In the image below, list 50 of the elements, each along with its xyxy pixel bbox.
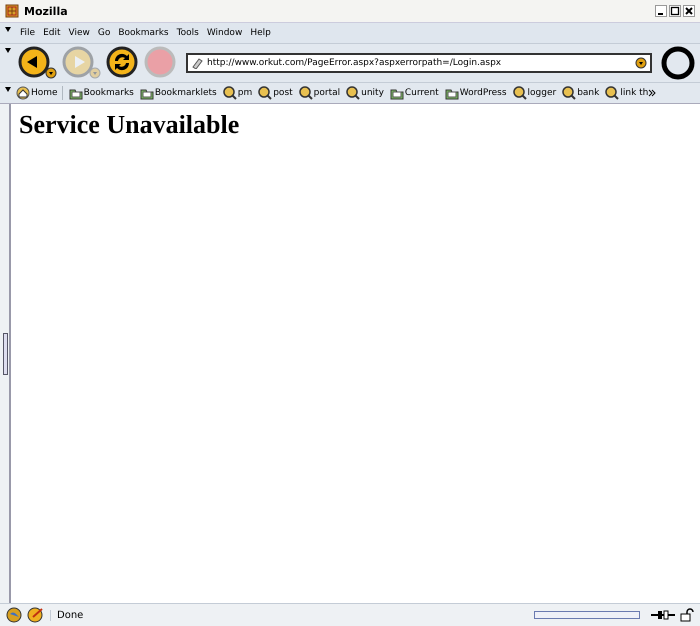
- collapse-grip-icon[interactable]: [4, 46, 12, 54]
- status-text: Done: [50, 610, 529, 620]
- magnifier-icon: [562, 86, 576, 100]
- reload-button[interactable]: [106, 46, 140, 80]
- bookmark-item[interactable]: bank: [562, 86, 600, 100]
- magnifier-icon: [512, 86, 527, 100]
- sidebar-handle[interactable]: [3, 332, 8, 374]
- bookmark-item[interactable]: link th: [605, 86, 648, 100]
- dropdown-icon[interactable]: [635, 57, 647, 69]
- padlock-icon: [680, 608, 694, 622]
- menu-item[interactable]: Window: [202, 28, 246, 38]
- magnifier-icon: [258, 86, 272, 100]
- globe-icon[interactable]: [6, 607, 22, 623]
- page-icon: [191, 57, 203, 69]
- collapse-grip-icon[interactable]: [4, 25, 12, 33]
- url-field[interactable]: http://www.orkut.com/PageError.aspx?aspxerrorpath=/Login.aspx: [186, 53, 652, 73]
- bookmark-item[interactable]: Bookmarklets: [140, 86, 217, 100]
- chevron-icon[interactable]: [648, 88, 656, 98]
- magnifier-icon: [298, 86, 313, 100]
- bookmark-item[interactable]: portal: [298, 86, 340, 100]
- menu-item[interactable]: Help: [246, 28, 275, 38]
- bookmark-item[interactable]: logger: [512, 86, 556, 100]
- bookmark-item[interactable]: post: [258, 86, 293, 100]
- bookmark-item[interactable]: pm: [222, 86, 252, 100]
- maximize-icon[interactable]: [669, 5, 681, 17]
- collapse-grip-icon[interactable]: [4, 85, 12, 93]
- bookmark-item[interactable]: Current: [390, 86, 439, 100]
- house-icon: [16, 86, 30, 100]
- throbber-ring-icon: [660, 45, 696, 81]
- menu-item[interactable]: Go: [94, 28, 114, 38]
- magnifier-icon: [605, 86, 620, 100]
- menu-item[interactable]: Tools: [172, 28, 203, 38]
- menu-item[interactable]: Bookmarks: [114, 28, 173, 38]
- bookmark-item[interactable]: Bookmarks: [68, 86, 134, 100]
- minimize-icon[interactable]: [655, 5, 667, 17]
- app-icon: [5, 4, 19, 18]
- back-button[interactable]: [18, 46, 58, 80]
- close-icon[interactable]: [683, 5, 695, 17]
- window-title: Mozilla: [24, 4, 69, 18]
- magnifier-icon: [222, 86, 237, 100]
- bookmark-item[interactable]: Home: [16, 86, 58, 100]
- page-heading: Service Unavailable: [19, 110, 240, 140]
- bookmark-item[interactable]: unity: [346, 86, 384, 100]
- menu-item[interactable]: File: [16, 28, 40, 38]
- menu-item[interactable]: Edit: [39, 28, 64, 38]
- bookmark-item[interactable]: WordPress: [444, 86, 507, 100]
- menu-item[interactable]: View: [64, 28, 94, 38]
- magnifier-icon: [346, 86, 360, 100]
- pencil-icon[interactable]: [27, 607, 45, 623]
- connection-plug-icon: [651, 609, 675, 621]
